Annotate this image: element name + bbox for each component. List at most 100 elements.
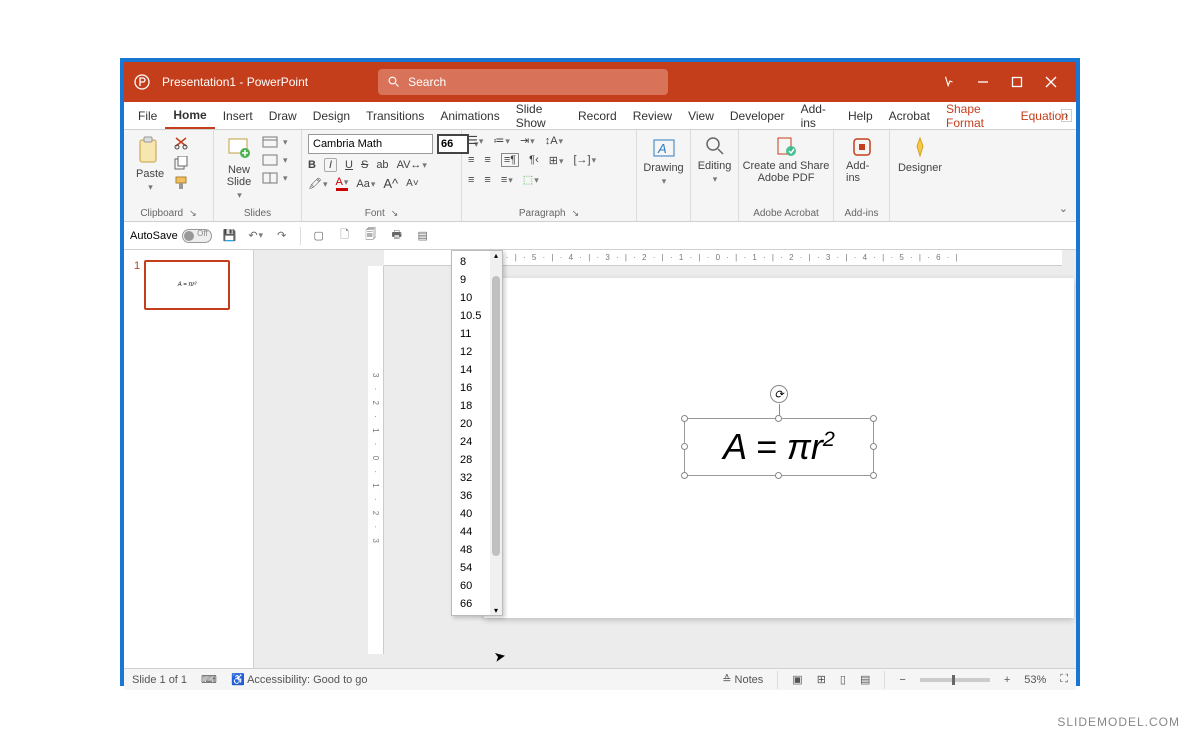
font-size-option[interactable]: 8 [452,253,490,271]
font-size-option[interactable]: 48 [452,541,490,559]
tab-shapeformat[interactable]: Shape Format [938,102,1013,129]
slideshow-view-icon[interactable]: ▤ [860,673,870,686]
bold-button[interactable]: B [308,159,316,171]
tab-transitions[interactable]: Transitions [358,102,432,129]
grow-font-button[interactable]: A^ [383,176,398,191]
font-color-button[interactable]: A▾ [336,176,349,191]
font-size-option[interactable]: 9 [452,271,490,289]
increase-indent-button[interactable]: ≡ [484,174,490,186]
decrease-indent-button[interactable]: ≡ [468,174,474,186]
drawing-button[interactable]: A Drawing▾ [643,134,684,189]
new-slide-button[interactable]: New Slide ▾ [220,134,258,203]
qa-icon-2[interactable]: 🗋 [337,228,353,244]
font-size-option[interactable]: 66 [452,595,490,613]
tab-review[interactable]: Review [625,102,680,129]
dropdown-scrollbar[interactable]: ▴ ▾ [490,251,502,615]
align-left-button[interactable]: ≡ [468,154,474,166]
highlight-button[interactable]: 🖍▾ [308,177,328,190]
change-case-button[interactable]: Aa▾ [356,178,375,190]
autosave-toggle[interactable]: AutoSave Off [130,229,212,243]
bullets-button[interactable]: ☰▾ [468,134,483,147]
qa-icon-5[interactable]: ▤ [415,228,431,244]
align-right-button[interactable]: ≡¶ [501,153,519,167]
close-button[interactable] [1034,67,1068,97]
convert-smartart-button[interactable]: ⬚▾ [523,173,539,186]
mic-icon[interactable] [932,67,966,97]
line-spacing-button[interactable]: ↕A▾ [545,135,563,147]
resize-handle[interactable] [870,472,877,479]
font-size-option[interactable]: 54 [452,559,490,577]
copy-icon[interactable] [174,156,190,170]
zoom-slider[interactable] [920,678,990,682]
equation-textbox[interactable]: A = πr2 ⟳ [684,418,874,476]
slide-thumbnail[interactable]: A = πr² [144,260,230,310]
accessibility-status[interactable]: ♿ Accessibility: Good to go [231,673,368,686]
resize-handle[interactable] [681,443,688,450]
zoom-out-button[interactable]: − [899,674,905,686]
font-size-option[interactable]: 20 [452,415,490,433]
tab-view[interactable]: View [680,102,722,129]
resize-handle[interactable] [775,472,782,479]
underline-button[interactable]: U [345,159,353,171]
font-size-option[interactable]: 11 [452,325,490,343]
slide-canvas[interactable]: A = πr2 ⟳ [484,278,1074,618]
addins-button[interactable]: Add-ins [840,134,883,186]
align-center-button[interactable]: ≡ [484,154,490,166]
format-painter-icon[interactable] [174,176,190,190]
search-box[interactable]: Search [378,69,668,95]
adobe-pdf-button[interactable]: Create and Share Adobe PDF [745,134,827,186]
undo-icon[interactable]: ↶▾ [248,228,264,244]
paste-button[interactable]: Paste ▾ [130,134,170,195]
save-icon[interactable]: 💾 [222,228,238,244]
tab-draw[interactable]: Draw [261,102,305,129]
tab-slideshow[interactable]: Slide Show [508,102,570,129]
tab-acrobat[interactable]: Acrobat [881,102,938,129]
tab-addins[interactable]: Add-ins [793,102,840,129]
normal-view-icon[interactable]: ▣ [792,673,802,686]
font-size-option[interactable]: 60 [452,577,490,595]
tab-record[interactable]: Record [570,102,625,129]
indent-button[interactable]: ⇥▾ [520,134,535,147]
zoom-in-button[interactable]: + [1004,674,1010,686]
resize-handle[interactable] [870,415,877,422]
rotate-handle[interactable]: ⟳ [770,385,788,403]
font-size-option[interactable]: 14 [452,361,490,379]
font-size-option[interactable]: 10 [452,289,490,307]
qa-icon-1[interactable]: ▢ [311,228,327,244]
justify-button[interactable]: ¶‹ [529,154,539,166]
redo-icon[interactable]: ↷ [274,228,290,244]
layout-button[interactable]: ▾ [262,136,288,148]
maximize-button[interactable] [1000,67,1034,97]
language-icon[interactable]: ⌨ [201,673,217,686]
tab-overflow[interactable]: › [1061,109,1072,122]
tab-help[interactable]: Help [840,102,881,129]
tab-insert[interactable]: Insert [215,102,261,129]
font-size-option[interactable]: 16 [452,379,490,397]
font-size-option[interactable]: 12 [452,343,490,361]
resize-handle[interactable] [681,472,688,479]
font-size-option[interactable]: 28 [452,451,490,469]
fit-window-icon[interactable]: ⛶ [1060,673,1068,686]
sorter-view-icon[interactable]: ⊞ [817,673,826,686]
tab-animations[interactable]: Animations [432,102,507,129]
minimize-button[interactable] [966,67,1000,97]
font-name-input[interactable] [308,134,433,154]
numbering-button[interactable]: ≔▾ [493,134,510,147]
text-direction-button[interactable]: [→]▾ [574,154,597,166]
strikethrough-button[interactable]: S [361,159,368,171]
tab-design[interactable]: Design [305,102,358,129]
shrink-font-button[interactable]: A˅ [406,178,419,189]
reset-button[interactable]: ▾ [262,154,288,166]
tab-file[interactable]: File [130,102,165,129]
shadow-button[interactable]: ab [376,159,388,171]
font-size-option[interactable]: 32 [452,469,490,487]
font-size-option[interactable]: 40 [452,505,490,523]
columns-button[interactable]: ⊞▾ [549,154,564,167]
resize-handle[interactable] [681,415,688,422]
designer-button[interactable]: Designer [896,134,944,176]
resize-handle[interactable] [775,415,782,422]
font-size-option[interactable]: 44 [452,523,490,541]
editing-button[interactable]: Editing▾ [697,134,732,187]
tab-home[interactable]: Home [165,102,214,129]
smartart-button[interactable]: ≡▾ [501,174,513,186]
